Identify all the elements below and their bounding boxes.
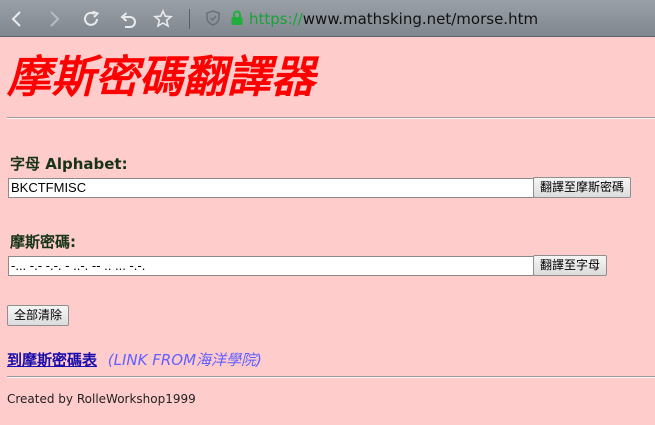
shield-icon[interactable]	[204, 9, 222, 27]
footer-credit: Created by RolleWorkshop1999	[7, 392, 196, 406]
undo-icon[interactable]	[117, 8, 139, 30]
url-text: www.mathsking.net/morse.htm	[302, 10, 539, 28]
alphabet-label: 字母 Alphabet:	[10, 155, 128, 173]
star-icon[interactable]	[152, 8, 174, 30]
morse-table-link[interactable]: 到摩斯密碼表	[7, 351, 97, 369]
url-scheme: https://	[249, 10, 303, 28]
morse-input[interactable]	[8, 256, 534, 276]
address-bar[interactable]: https://www.mathsking.net/morse.htm	[249, 8, 538, 30]
lock-icon	[229, 9, 245, 27]
alphabet-input[interactable]	[8, 178, 534, 198]
page-title: 摩斯密碼翻譯器	[7, 52, 315, 103]
translate-to-alphabet-button[interactable]: 翻譯至字母	[533, 255, 608, 276]
divider-bottom	[7, 376, 655, 378]
translate-to-morse-button[interactable]: 翻譯至摩斯密碼	[533, 177, 632, 198]
divider-top	[7, 117, 655, 119]
back-icon[interactable]	[7, 8, 29, 30]
morse-label: 摩斯密碼:	[10, 233, 76, 251]
browser-toolbar: https://www.mathsking.net/morse.htm	[0, 0, 655, 37]
forward-icon[interactable]	[42, 8, 64, 30]
link-row: 到摩斯密碼表 (LINK FROM海洋學院)	[7, 349, 262, 370]
reload-icon[interactable]	[80, 8, 102, 30]
clear-all-button[interactable]: 全部清除	[7, 305, 70, 326]
toolbar-separator	[189, 9, 190, 29]
link-source-note: (LINK FROM海洋學院)	[107, 351, 262, 369]
